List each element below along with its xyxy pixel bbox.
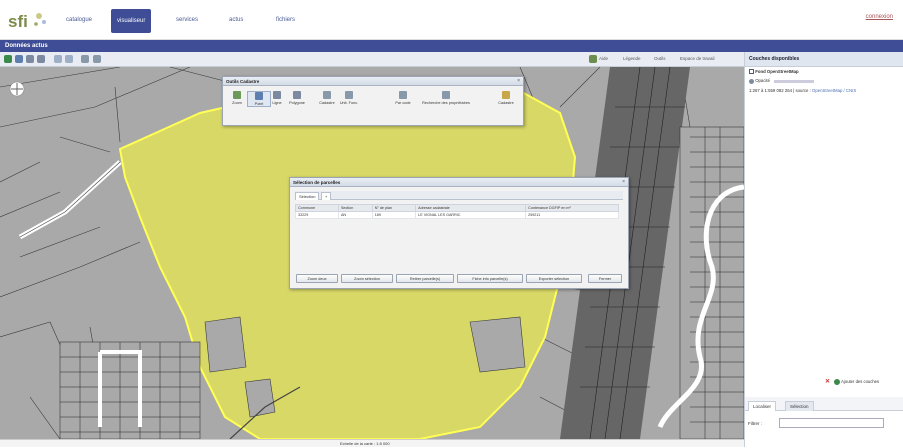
nav-tab-services[interactable]: services [176, 12, 198, 28]
toolbar-help[interactable]: Aide [599, 56, 608, 61]
map-canvas[interactable]: Outils Cadastre × Zoom Point Ligne Polyg… [0, 67, 744, 439]
arrow-right-icon[interactable] [65, 55, 73, 63]
map-toolbar: Aide Légende Outils Espace de travail [0, 52, 744, 67]
tool-cadastre[interactable]: Cadastre [315, 91, 339, 105]
layer-actions: ✕ Ajouter des couches [825, 378, 903, 388]
svg-text:sfi: sfi [8, 12, 28, 31]
measure-icon[interactable] [81, 55, 89, 63]
owner-search-icon [442, 91, 450, 99]
toolbar-legend[interactable]: Légende [623, 56, 641, 61]
layer-name: Fond OpenStreetMap [755, 69, 799, 74]
cell-address: LE VIGNAL LES GARRIC [415, 211, 527, 219]
table-header-row: Commune Section N° de plan Adresse cadas… [295, 204, 619, 212]
source-line: 1:267 à 1:559 082 264 | source : OpenStr… [749, 87, 857, 93]
close-icon[interactable]: × [622, 179, 625, 185]
cell-section: AN [337, 211, 373, 219]
cadastre-tools-window: Outils Cadastre × Zoom Point Ligne Polyg… [222, 76, 524, 126]
tab-add[interactable]: + [321, 192, 332, 200]
cadastre-icon [323, 91, 331, 99]
column-header[interactable]: Commune [295, 204, 339, 212]
parcel-info-button[interactable]: Fiche info parcelle(s) [457, 274, 523, 283]
pan-control [9, 81, 25, 97]
site-logo[interactable]: sfi [6, 7, 50, 33]
close-icon[interactable]: × [517, 78, 520, 84]
layer-options-icon[interactable] [749, 78, 754, 84]
checkbox-icon[interactable] [749, 69, 754, 75]
top-navigation: sfi catalogue visualiseur services actus… [0, 0, 903, 40]
delete-icon[interactable]: ✕ [825, 379, 830, 385]
layers-panel: Couches disponibles Fond OpenStreetMap O… [744, 52, 903, 447]
cell-plan-number: 189 [371, 211, 417, 219]
tool-unit-fonc[interactable]: Unit. Fonc. [337, 91, 361, 105]
code-icon [399, 91, 407, 99]
cell-commune: 33229 [295, 211, 339, 219]
opacity-slider[interactable] [774, 79, 815, 83]
nav-tab-catalogue[interactable]: catalogue [66, 12, 92, 28]
zoom-selection-button[interactable]: Zoom sélection [341, 274, 393, 283]
column-header[interactable]: Adresse cadastrale [415, 204, 527, 212]
column-header[interactable]: N° de plan [371, 204, 417, 212]
table-row[interactable]: 33229 AN 189 LE VIGNAL LES GARRIC 259211 [295, 211, 619, 219]
layer-item[interactable]: Fond OpenStreetMap [745, 67, 903, 76]
cadastre-window-title: Outils Cadastre [223, 77, 523, 86]
selection-tabs: Sélection + [295, 191, 623, 200]
add-layers-button[interactable]: Ajouter des couches [841, 379, 879, 384]
print-icon[interactable] [93, 55, 101, 63]
column-header[interactable]: Contenance DGFIP en m² [525, 204, 619, 212]
tool-cadastre-info[interactable]: Cadastre [491, 91, 521, 105]
line-icon [273, 91, 281, 99]
nav-tab-actus[interactable]: actus [229, 12, 243, 28]
parcel-selection-window: Sélection de parcelles × Sélection + Com… [289, 177, 629, 289]
cadastre-info-icon [502, 91, 510, 99]
filter-input[interactable] [779, 418, 884, 428]
tool-owner-search[interactable]: Recherche des propriétaires [415, 91, 477, 105]
cell-area: 259211 [525, 211, 619, 219]
opacity-row: Opacité [745, 76, 903, 85]
selection-window-title: Sélection de parcelles [290, 178, 628, 187]
zoom-in-icon[interactable] [26, 55, 34, 63]
tool-zoom[interactable]: Zoom [225, 91, 249, 105]
column-header[interactable]: Section [337, 204, 373, 212]
filter-label: Filtrer : [748, 421, 762, 426]
opacity-label: Opacité [755, 78, 771, 84]
parcel-table: Commune Section N° de plan Adresse cadas… [295, 204, 619, 219]
source-link[interactable]: OpenStreetMap / CNIS [812, 88, 856, 93]
arrow-left-icon[interactable] [54, 55, 62, 63]
polygon-icon [293, 91, 301, 99]
toolbar-tools[interactable]: Outils [654, 56, 666, 61]
tab-localiser[interactable]: Localiser [748, 401, 777, 411]
tab-selection[interactable]: Sélection [295, 192, 320, 200]
remove-parcel-button[interactable]: Retirer parcelle(s) [396, 274, 454, 283]
add-icon[interactable] [834, 378, 841, 385]
panel-tabs: Localiser Sélection [745, 397, 903, 411]
status-bar: Echelle de la carte : 1:5 000 [0, 439, 744, 447]
point-icon [255, 92, 263, 100]
tool-by-code[interactable]: Par code [391, 91, 415, 105]
tab-selection-panel[interactable]: Sélection [785, 401, 814, 411]
zoom-out-icon[interactable] [37, 55, 45, 63]
map-title-bar: Données actus [0, 40, 903, 52]
refresh-icon[interactable] [15, 55, 23, 63]
zoom-icon [233, 91, 241, 99]
connexion-link[interactable]: connexion [866, 14, 893, 20]
unit-icon [345, 91, 353, 99]
zoom-both-button[interactable]: Zoom deux [296, 274, 338, 283]
globe-icon[interactable] [4, 55, 12, 63]
nav-tab-visualiseur[interactable]: visualiseur [111, 9, 152, 33]
help-icon[interactable] [589, 55, 597, 63]
export-selection-button[interactable]: Exporter sélection [526, 274, 582, 283]
layers-panel-header: Couches disponibles [745, 52, 903, 67]
toolbar-workspace[interactable]: Espace de travail [680, 56, 715, 61]
nav-tab-fichiers[interactable]: fichiers [276, 12, 295, 28]
tool-polygon[interactable]: Polygone [285, 91, 309, 105]
selection-button-row: Zoom deux Zoom sélection Retirer parcell… [296, 274, 624, 283]
close-button[interactable]: Fermer [588, 274, 622, 283]
